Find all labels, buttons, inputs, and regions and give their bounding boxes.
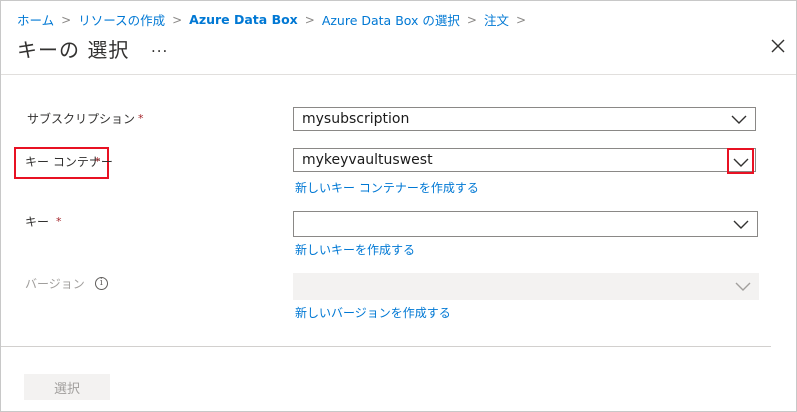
close-icon[interactable] (768, 36, 788, 56)
select-button[interactable]: 選択 (24, 374, 110, 400)
key-container-value: mykeyvaultuswest (302, 152, 433, 168)
required-marker: * (138, 112, 144, 125)
footer-divider (1, 346, 771, 347)
key-container-label: キー コンテナー * (25, 153, 113, 170)
breadcrumb: ホーム > リソースの作成 > Azure Data Box > Azure D… (17, 10, 533, 29)
breadcrumb-separator: > (466, 12, 477, 27)
subscription-value: mysubscription (302, 111, 410, 127)
subscription-label: サブスクリプション * (27, 110, 144, 127)
breadcrumb-order[interactable]: 注文 (484, 10, 509, 29)
header-divider (1, 74, 796, 75)
more-options-button[interactable]: ... (151, 38, 168, 56)
breadcrumb-azure-data-box[interactable]: Azure Data Box (189, 12, 298, 27)
breadcrumb-home[interactable]: ホーム (17, 10, 54, 29)
page-title: キーの 選択 (17, 38, 130, 62)
required-marker: * (56, 215, 62, 228)
key-label-text: キー (25, 215, 50, 229)
version-label-text: バージョン (25, 277, 85, 291)
breadcrumb-separator: > (61, 12, 72, 27)
key-container-dropdown-toggle[interactable] (727, 148, 754, 174)
key-container-dropdown[interactable]: mykeyvaultuswest (293, 148, 756, 172)
info-icon[interactable]: i (94, 277, 108, 290)
breadcrumb-separator: > (515, 12, 527, 27)
breadcrumb-select-data-box[interactable]: Azure Data Box の選択 (322, 10, 460, 29)
chevron-down-icon (733, 158, 749, 167)
subscription-label-text: サブスクリプション (27, 112, 136, 126)
create-version-link[interactable]: 新しいバージョンを作成する (295, 304, 451, 321)
subscription-dropdown[interactable]: mysubscription (293, 107, 756, 131)
breadcrumb-separator: > (172, 12, 183, 27)
version-label: バージョン i (25, 275, 108, 292)
create-key-container-link[interactable]: 新しいキー コンテナーを作成する (295, 179, 479, 196)
key-label: キー * (25, 213, 62, 230)
create-key-link[interactable]: 新しいキーを作成する (295, 241, 415, 258)
version-dropdown (293, 273, 759, 300)
breadcrumb-separator: > (304, 12, 315, 27)
chevron-down-icon (731, 115, 747, 124)
required-marker: * (94, 155, 101, 168)
chevron-down-icon (735, 282, 751, 291)
breadcrumb-create-resource[interactable]: リソースの作成 (78, 10, 165, 29)
key-dropdown[interactable] (293, 211, 758, 237)
chevron-down-icon (733, 220, 749, 229)
